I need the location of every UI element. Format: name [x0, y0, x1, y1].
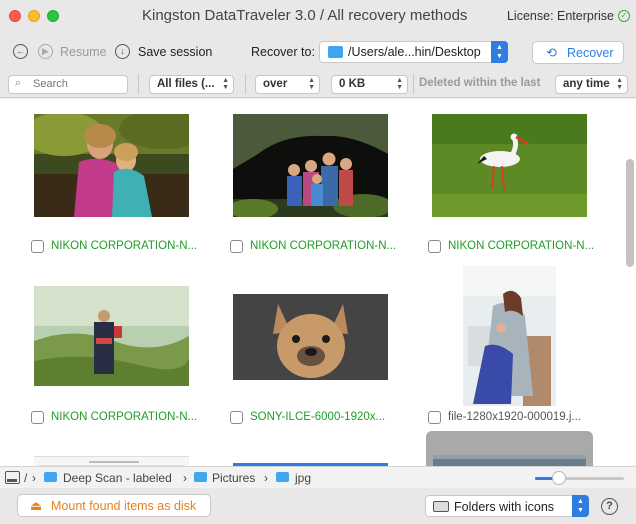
divider [138, 74, 139, 94]
chevron-updown-icon[interactable]: ▲ ▼ [572, 495, 589, 517]
file-name: NIKON CORPORATION-N... [250, 240, 397, 252]
breadcrumb-pictures[interactable]: Pictures [212, 471, 255, 485]
file-name: NIKON CORPORATION-N... [51, 411, 198, 423]
chevron-updown-icon: ▲ ▼ [308, 77, 315, 91]
size-value-select[interactable]: 0 KB ▲ ▼ [331, 75, 408, 94]
selected-photo [433, 455, 586, 466]
file-checkbox[interactable] [230, 240, 243, 253]
save-session-button[interactable]: Save session [138, 45, 212, 59]
recover-button-label: Recover [567, 46, 614, 60]
size-value: 0 KB [339, 78, 366, 90]
file-type-select[interactable]: All files (... ▲ ▼ [149, 75, 234, 94]
deleted-period-select[interactable]: any time ▲ ▼ [555, 75, 628, 94]
girls-on-tree-photo [34, 114, 189, 217]
family-in-cave-photo [233, 114, 388, 217]
thumbnail-stork[interactable] [432, 114, 587, 217]
folder-icon [328, 46, 343, 58]
bottom-bar: ⏏ Mount found items as disk Folders with… [0, 488, 636, 524]
recover-path: /Users/ale...hin/Desktop [348, 45, 481, 59]
file-grid: NIKON CORPORATION-N... NIKON CORPORATION… [0, 99, 636, 466]
vertical-scrollbar[interactable] [626, 159, 634, 267]
chevron-right-icon: › [32, 471, 36, 485]
chevron-updown-icon: ▲ ▼ [396, 77, 403, 91]
recover-icon: ⟲ [546, 45, 557, 60]
thumbnail-family-in-cave[interactable] [233, 114, 388, 217]
file-name: NIKON CORPORATION-N... [51, 240, 198, 252]
folder-icon [433, 501, 449, 512]
search-input[interactable] [33, 78, 123, 90]
divider [413, 74, 414, 94]
size-operator-value: over [263, 78, 288, 90]
chevron-updown-icon: ▲ ▼ [222, 77, 229, 91]
search-icon: ⌕ [15, 77, 22, 89]
thumbnail-french-bulldog[interactable] [233, 294, 388, 380]
document-screenshot-photo [39, 461, 184, 466]
file-type-value: All files (... [157, 78, 215, 90]
thumbnail-selected[interactable] [426, 431, 593, 466]
file-item[interactable]: file-1280x1920-000019.j... [428, 410, 598, 426]
breadcrumb-deep-scan[interactable]: Deep Scan - labeled [63, 471, 172, 485]
license-ok-icon: ✓ [618, 10, 630, 22]
file-checkbox[interactable] [230, 411, 243, 424]
thumbnail-woman-with-child[interactable] [34, 286, 189, 386]
file-item[interactable]: NIKON CORPORATION-N... [428, 239, 598, 255]
drive-icon[interactable] [5, 471, 20, 484]
file-name: file-1280x1920-000019.j... [448, 411, 581, 423]
mount-disk-button[interactable]: ⏏ Mount found items as disk [17, 494, 211, 517]
file-checkbox[interactable] [428, 240, 441, 253]
view-mode-select[interactable]: Folders with icons ▲ ▼ [425, 495, 589, 517]
minimize-window-button[interactable] [28, 10, 40, 22]
chevron-updown-icon: ▲ ▼ [616, 77, 623, 91]
download-icon[interactable]: ↓ [115, 44, 130, 59]
folder-icon [194, 472, 207, 482]
chevron-right-icon: › [264, 471, 268, 485]
path-bar: / › Deep Scan - labeled › Pictures › jpg [0, 466, 636, 488]
deleted-period-value: any time [563, 78, 610, 90]
file-item[interactable]: NIKON CORPORATION-N... [31, 239, 201, 255]
zoom-window-button[interactable] [47, 10, 59, 22]
play-icon: ▶ [38, 44, 53, 59]
divider [245, 74, 246, 94]
folder-icon [276, 472, 289, 482]
recover-to-select[interactable]: /Users/ale...hin/Desktop ▲ ▼ [319, 41, 508, 63]
toolbar: ← ▶ Resume ↓ Save session Recover to: /U… [0, 34, 636, 70]
mother-and-child-photo [463, 266, 556, 406]
file-name: SONY-ILCE-6000-1920x... [250, 411, 386, 423]
file-checkbox[interactable] [31, 411, 44, 424]
french-bulldog-photo [233, 294, 388, 380]
drive-icon: ⏏ [30, 498, 43, 513]
file-item[interactable]: NIKON CORPORATION-N... [230, 239, 400, 255]
chevron-updown-icon[interactable]: ▲ ▼ [491, 41, 508, 63]
stork-on-grass-photo [432, 114, 587, 217]
folder-icon [44, 472, 57, 482]
file-item[interactable]: NIKON CORPORATION-N... [31, 410, 201, 426]
chevron-right-icon: › [183, 471, 187, 485]
slider-knob[interactable] [552, 471, 566, 485]
close-window-button[interactable] [9, 10, 21, 22]
license-label[interactable]: License: Enterprise [507, 9, 614, 23]
file-name: NIKON CORPORATION-N... [448, 240, 595, 252]
thumbnail-screenshot[interactable] [34, 456, 189, 466]
file-checkbox[interactable] [31, 240, 44, 253]
back-icon[interactable]: ← [13, 44, 28, 59]
filter-bar: ⌕ All files (... ▲▼ over ▲▼ 0 KB ▲▼ Dele… [0, 70, 636, 98]
breadcrumb-jpg[interactable]: jpg [295, 471, 311, 485]
title-bar: Kingston DataTraveler 3.0 / All recovery… [0, 0, 636, 34]
file-checkbox[interactable] [428, 411, 441, 424]
search-box[interactable]: ⌕ [8, 75, 128, 94]
thumbnail-girls-on-tree[interactable] [34, 114, 189, 217]
mount-disk-label: Mount found items as disk [51, 499, 197, 513]
view-mode-value: Folders with icons [454, 500, 555, 514]
woman-carrying-child-photo [34, 286, 189, 386]
help-icon[interactable]: ? [601, 498, 618, 515]
recover-to-label: Recover to: [251, 45, 315, 59]
window-title: Kingston DataTraveler 3.0 / All recovery… [142, 7, 468, 24]
thumbnail-mother-and-child[interactable] [463, 266, 556, 406]
breadcrumb-root[interactable]: / [24, 471, 27, 485]
resume-button[interactable]: Resume [60, 45, 107, 59]
recover-button[interactable]: ⟲ Recover [532, 41, 624, 64]
deleted-within-label: Deleted within the last [419, 77, 541, 89]
file-item[interactable]: SONY-ILCE-6000-1920x... [230, 410, 400, 426]
size-operator-select[interactable]: over ▲ ▼ [255, 75, 320, 94]
